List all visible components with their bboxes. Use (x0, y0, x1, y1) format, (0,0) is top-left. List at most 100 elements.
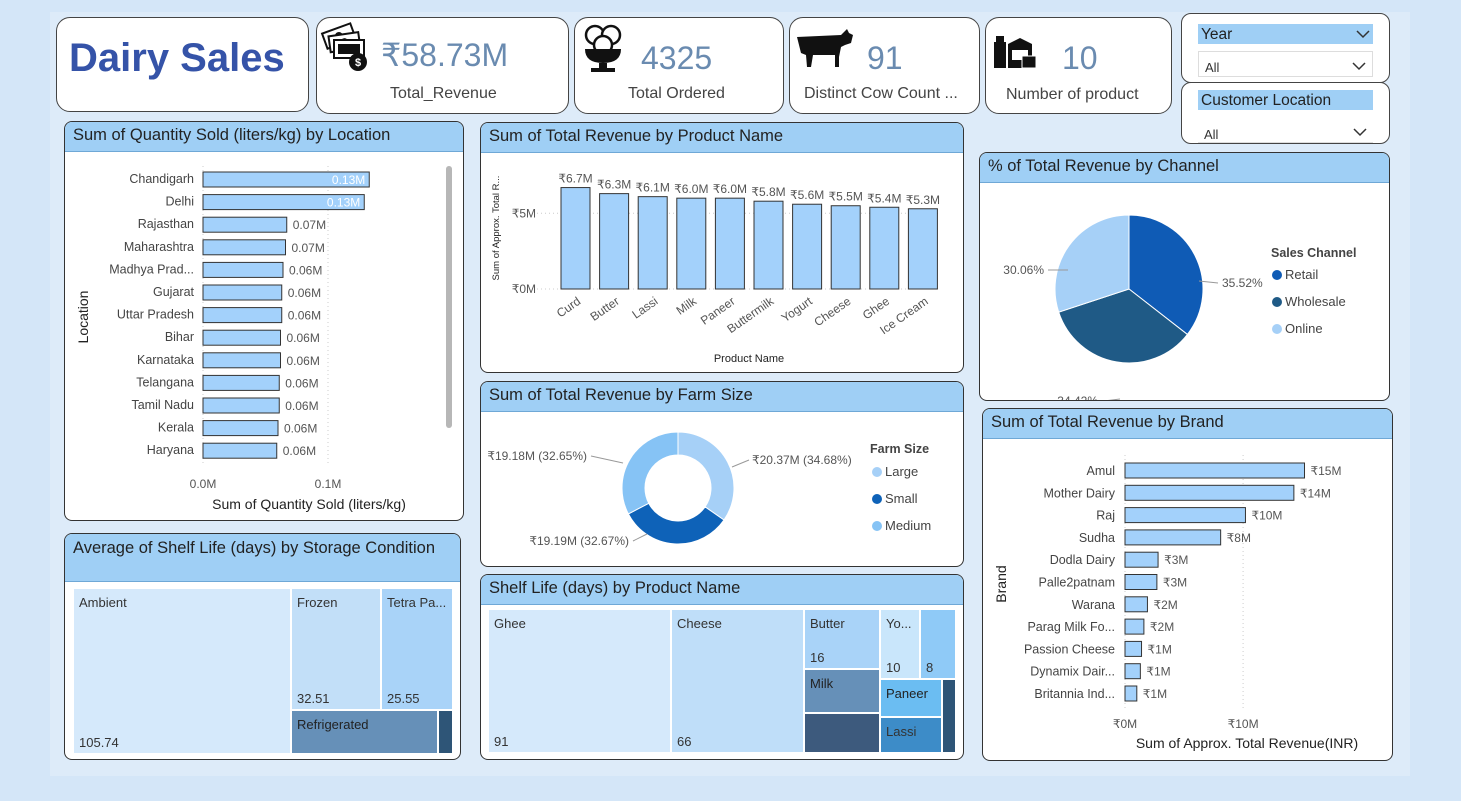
bar (1124, 596, 1148, 613)
legend-label: Small (885, 491, 918, 506)
data-label: ₹5.8M (751, 185, 785, 199)
shelf-storage-title: Average of Shelf Life (days) by Storage … (65, 534, 460, 582)
bar (714, 197, 745, 290)
kpi-total-ordered: 4325 Total Ordered (574, 17, 784, 114)
data-label: 0.06M (287, 354, 320, 368)
category-label: Chandigarh (129, 172, 194, 186)
category-label: Passion Cheese (1024, 642, 1115, 656)
bar (1124, 462, 1306, 479)
data-label: ₹15M (1311, 464, 1342, 478)
treemap-tile-label: Refrigerated (297, 717, 369, 732)
data-label: 0.07M (293, 218, 326, 232)
treemap-tile[interactable]: Ambient 105.74 (74, 589, 290, 753)
category-label: Uttar Pradesh (117, 308, 194, 322)
category-label: Tamil Nadu (131, 398, 194, 412)
location-scrollbar[interactable] (446, 166, 452, 428)
leader-line (731, 459, 750, 468)
treemap-tile-label: Paneer (886, 686, 928, 701)
y-axis-title: Location (75, 291, 91, 344)
category-label: Gujarat (153, 285, 195, 299)
data-label: ₹19.19M (32.67%) (529, 534, 629, 548)
year-dropdown[interactable]: All (1198, 51, 1373, 77)
location-bar-chart: 0.0M 0.1M Chandigarh 0.13M Delhi 0.13M Rajasth… (75, 166, 406, 512)
data-label: ₹3M (1163, 576, 1187, 590)
leader-line (1107, 398, 1121, 400)
x-tick-label: 0.0M (190, 477, 217, 491)
bar (637, 196, 668, 290)
data-label: ₹6.3M (597, 178, 631, 192)
location-dropdown[interactable]: All (1198, 117, 1373, 143)
x-axis-title: Sum of Quantity Sold (liters/kg) (212, 496, 406, 512)
treemap-tile[interactable]: Ghee 91 (489, 610, 670, 752)
data-label: ₹6.7M (558, 172, 592, 186)
data-label: ₹10M (1251, 509, 1282, 523)
legend-title: Sales Channel (1271, 246, 1356, 260)
channel-panel-title: % of Total Revenue by Channel (980, 153, 1389, 183)
ice-cream-bowl-icon (584, 24, 622, 72)
legend-swatch (1272, 270, 1282, 280)
kpi-revenue-label: Total_Revenue (390, 85, 497, 102)
treemap-tile[interactable]: Lassi (881, 718, 941, 752)
bar (599, 193, 630, 290)
treemap-tile[interactable] (439, 711, 452, 753)
category-label: Milk (674, 293, 700, 317)
treemap-tile-label: Ghee (494, 616, 526, 631)
treemap-tile[interactable]: Milk (805, 670, 879, 712)
treemap-tile[interactable]: Refrigerated (292, 711, 437, 753)
category-label: Telangana (136, 375, 194, 389)
kpi-cows-value: 91 (867, 40, 903, 76)
leader-line (590, 455, 624, 464)
product-bar-chart: ₹0M ₹5M ₹6.7M Curd ₹6.3M Butter ₹6.1M Lassi ₹6.0… (491, 172, 941, 365)
treemap-tile[interactable]: Paneer (881, 680, 941, 716)
bar (1124, 640, 1143, 657)
x-tick-label: ₹0M (1113, 717, 1137, 731)
bar (202, 420, 279, 437)
treemap-tile[interactable]: Cheese 66 (672, 610, 803, 752)
data-label: 0.06M (285, 376, 318, 390)
category-label: Raj (1096, 509, 1115, 523)
dairy-products-icon (994, 36, 1037, 69)
legend-swatch (872, 521, 882, 531)
location-slicer-header[interactable]: Customer Location (1198, 90, 1373, 110)
brand-bar-chart: ₹0M ₹10M Amul ₹15M Mother Dairy ₹14M Raj ₹10M Su… (993, 455, 1358, 751)
treemap-tile-value: 91 (494, 734, 509, 749)
treemap-tile-label: Yo... (886, 616, 912, 631)
data-label: ₹1M (1143, 687, 1167, 701)
category-label: Yogurt (779, 294, 816, 325)
x-axis-title: Product Name (714, 353, 784, 365)
bar (907, 208, 938, 290)
location-scrollbar-thumb[interactable] (446, 166, 452, 428)
category-label: Madhya Prad... (109, 262, 194, 276)
data-label: ₹5.6M (790, 188, 824, 202)
data-label: ₹1M (1148, 642, 1172, 656)
category-label: Rajasthan (138, 217, 194, 231)
category-label: Cheese (811, 294, 853, 329)
bar (202, 352, 281, 369)
data-label: ₹5.5M (829, 190, 863, 204)
bar (830, 205, 861, 290)
bar (560, 187, 591, 290)
treemap-tile[interactable]: Yo... 10 (881, 610, 919, 678)
legend-label: Medium (885, 518, 931, 533)
treemap-tile[interactable] (943, 680, 955, 752)
year-slicer-header[interactable]: Year (1198, 24, 1373, 44)
treemap-tile[interactable]: Butter 16 (805, 610, 879, 668)
data-label: ₹20.37M (34.68%) (752, 453, 852, 467)
category-label: Delhi (166, 195, 195, 209)
bar (753, 200, 784, 290)
treemap-tile[interactable]: 8 (921, 610, 955, 678)
category-label: Sudha (1079, 531, 1115, 545)
channel-pie-panel: % of Total Revenue by Channel 35.52% 34.4… (979, 152, 1390, 401)
treemap-tile[interactable]: Frozen 32.51 (292, 589, 380, 709)
category-label: Maharashtra (124, 240, 194, 254)
category-label: Karnataka (137, 353, 194, 367)
product-panel-title: Sum of Total Revenue by Product Name (481, 123, 963, 153)
category-label: Kerala (158, 421, 194, 435)
bar (1124, 663, 1141, 680)
treemap-tile[interactable] (805, 714, 879, 752)
bar (1124, 574, 1158, 590)
treemap-tile[interactable]: Tetra Pa... 25.55 (382, 589, 452, 709)
year-slicer: Year All (1181, 13, 1390, 83)
legend-label: Large (885, 464, 918, 479)
bar (676, 197, 707, 290)
